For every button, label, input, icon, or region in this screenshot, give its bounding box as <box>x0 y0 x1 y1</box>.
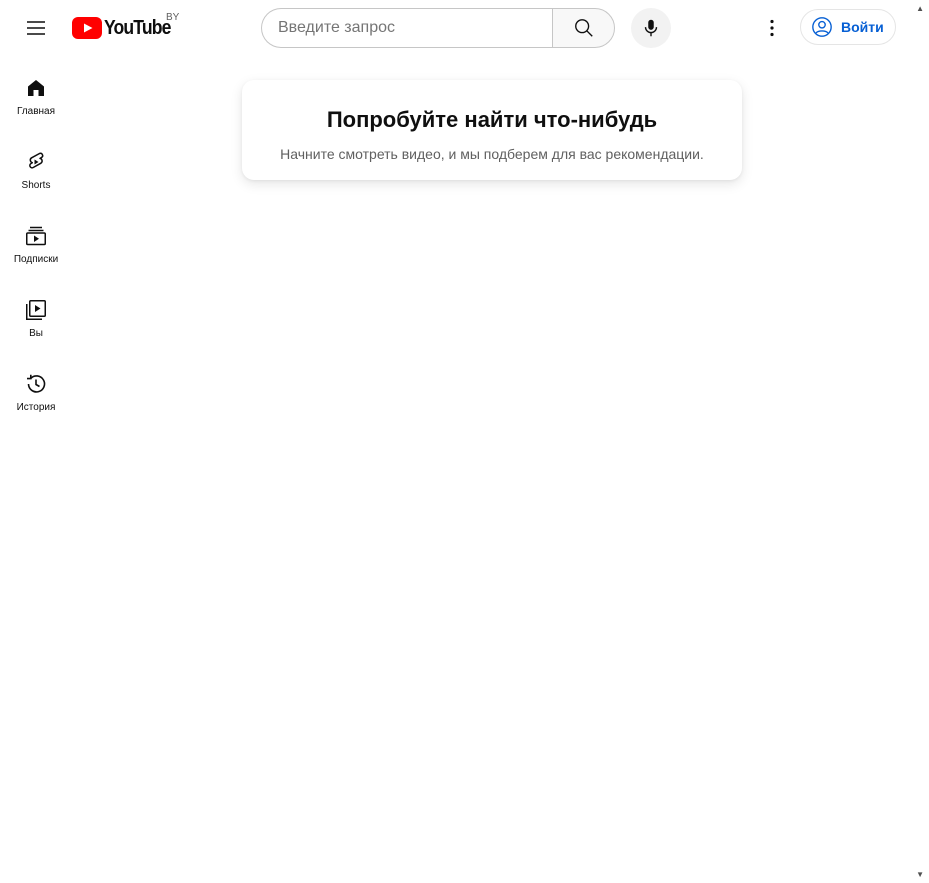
settings-more-button[interactable] <box>752 8 792 48</box>
country-code: BY <box>166 12 180 23</box>
youtube-play-icon <box>72 17 102 39</box>
guide-item-shorts[interactable]: Shorts <box>4 130 68 204</box>
guide-item-label: История <box>16 402 56 413</box>
sign-in-button[interactable]: Войти <box>800 9 896 45</box>
guide-item-label: Вы <box>29 328 43 339</box>
microphone-icon <box>644 19 658 37</box>
guide-item-history[interactable]: История <box>4 352 68 426</box>
account-circle-icon <box>812 17 832 37</box>
shorts-icon <box>24 150 48 174</box>
guide-item-home[interactable]: Главная <box>4 56 68 130</box>
guide-menu-button[interactable] <box>16 8 56 48</box>
guide-item-you[interactable]: Вы <box>4 278 68 352</box>
feed-nudge-subtitle: Начните смотреть видео, и мы подберем дл… <box>280 146 704 162</box>
home-icon <box>24 76 48 100</box>
hamburger-menu-icon <box>27 21 45 35</box>
history-icon <box>24 372 48 396</box>
you-library-icon <box>24 298 48 322</box>
search-icon <box>574 19 593 37</box>
guide-item-label: Главная <box>16 106 56 117</box>
more-vert-icon <box>770 19 774 37</box>
search-button[interactable] <box>552 8 615 48</box>
logo-wordmark: YouTube <box>104 16 171 39</box>
feed-nudge-title: Попробуйте найти что-нибудь <box>326 107 658 132</box>
guide-item-label: Подписки <box>13 254 59 265</box>
sign-in-label: Войти <box>841 19 884 35</box>
youtube-logo[interactable]: YouTube <box>72 15 180 41</box>
search-input[interactable] <box>261 8 552 48</box>
mini-guide: Главная Shorts Подписки Вы История <box>0 56 72 426</box>
voice-search-button[interactable] <box>631 8 671 48</box>
search-box <box>261 8 615 48</box>
scrollbar-up-arrow-icon[interactable]: ▲ <box>916 4 924 13</box>
guide-item-label: Shorts <box>21 180 51 191</box>
subscriptions-icon <box>24 224 48 248</box>
masthead: YouTube BY Войти <box>0 0 914 56</box>
feed-nudge-card: Попробуйте найти что-нибудь Начните смот… <box>242 80 742 180</box>
scrollbar-down-arrow-icon[interactable]: ▼ <box>916 870 924 879</box>
guide-item-subscriptions[interactable]: Подписки <box>4 204 68 278</box>
